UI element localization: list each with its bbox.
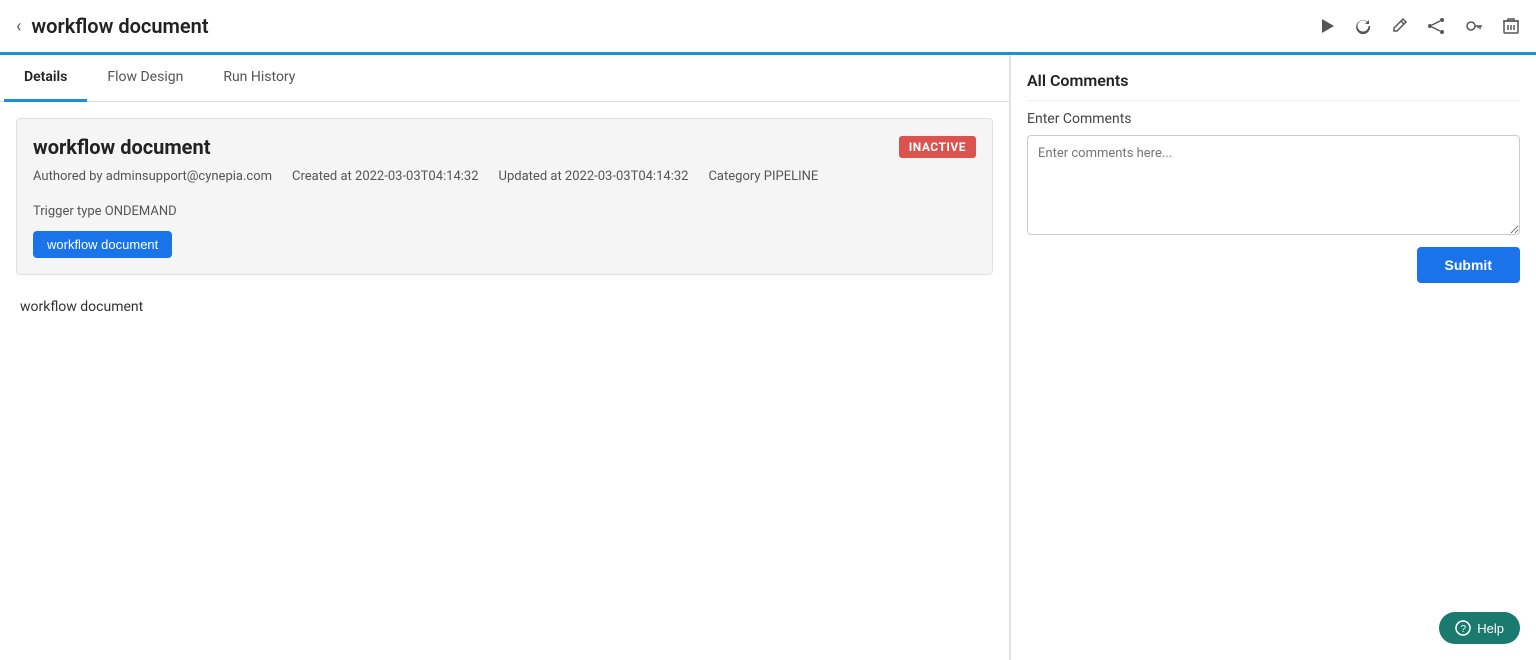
comments-input-label: Enter Comments: [1027, 111, 1520, 127]
tab-details[interactable]: Details: [4, 55, 87, 102]
tab-run-history[interactable]: Run History: [203, 55, 315, 102]
key-icon[interactable]: [1464, 16, 1484, 36]
right-panel: All Comments Enter Comments Submit: [1010, 55, 1536, 660]
back-button[interactable]: ‹: [16, 16, 21, 37]
status-badge: INACTIVE: [899, 136, 976, 158]
comments-section-title: All Comments: [1027, 71, 1520, 101]
help-button[interactable]: ? Help: [1439, 612, 1520, 644]
share-icon[interactable]: [1426, 16, 1446, 36]
category: Category PIPELINE: [708, 169, 818, 184]
main-layout: Details Flow Design Run History workflow…: [0, 55, 1536, 660]
workflow-card-header: workflow document INACTIVE: [33, 135, 976, 159]
workflow-tag-button[interactable]: workflow document: [33, 231, 172, 258]
trigger-type: Trigger type ONDEMAND: [33, 204, 177, 219]
edit-icon[interactable]: [1390, 17, 1408, 35]
header: ‹ workflow document: [0, 0, 1536, 55]
refresh-icon[interactable]: [1354, 17, 1372, 35]
header-actions: [1318, 16, 1520, 36]
updated-at: Updated at 2022-03-03T04:14:32: [499, 169, 689, 184]
workflow-description: workflow document: [16, 291, 993, 323]
created-at: Created at 2022-03-03T04:14:32: [292, 169, 479, 184]
svg-text:?: ?: [1461, 624, 1467, 635]
left-panel: Details Flow Design Run History workflow…: [0, 55, 1010, 660]
comments-textarea[interactable]: [1027, 135, 1520, 235]
help-label: Help: [1477, 621, 1504, 636]
page-title: workflow document: [31, 14, 208, 38]
header-left: ‹ workflow document: [16, 14, 209, 38]
tab-bar: Details Flow Design Run History: [0, 55, 1009, 102]
delete-icon[interactable]: [1502, 17, 1520, 35]
workflow-title: workflow document: [33, 135, 210, 159]
content-area: workflow document INACTIVE Authored by a…: [0, 102, 1009, 660]
authored-by: Authored by adminsupport@cynepia.com: [33, 169, 272, 184]
workflow-meta: Authored by adminsupport@cynepia.com Cre…: [33, 169, 976, 219]
run-icon[interactable]: [1318, 17, 1336, 35]
tab-flow-design[interactable]: Flow Design: [87, 55, 203, 102]
workflow-card: workflow document INACTIVE Authored by a…: [16, 118, 993, 275]
submit-button[interactable]: Submit: [1417, 247, 1520, 283]
